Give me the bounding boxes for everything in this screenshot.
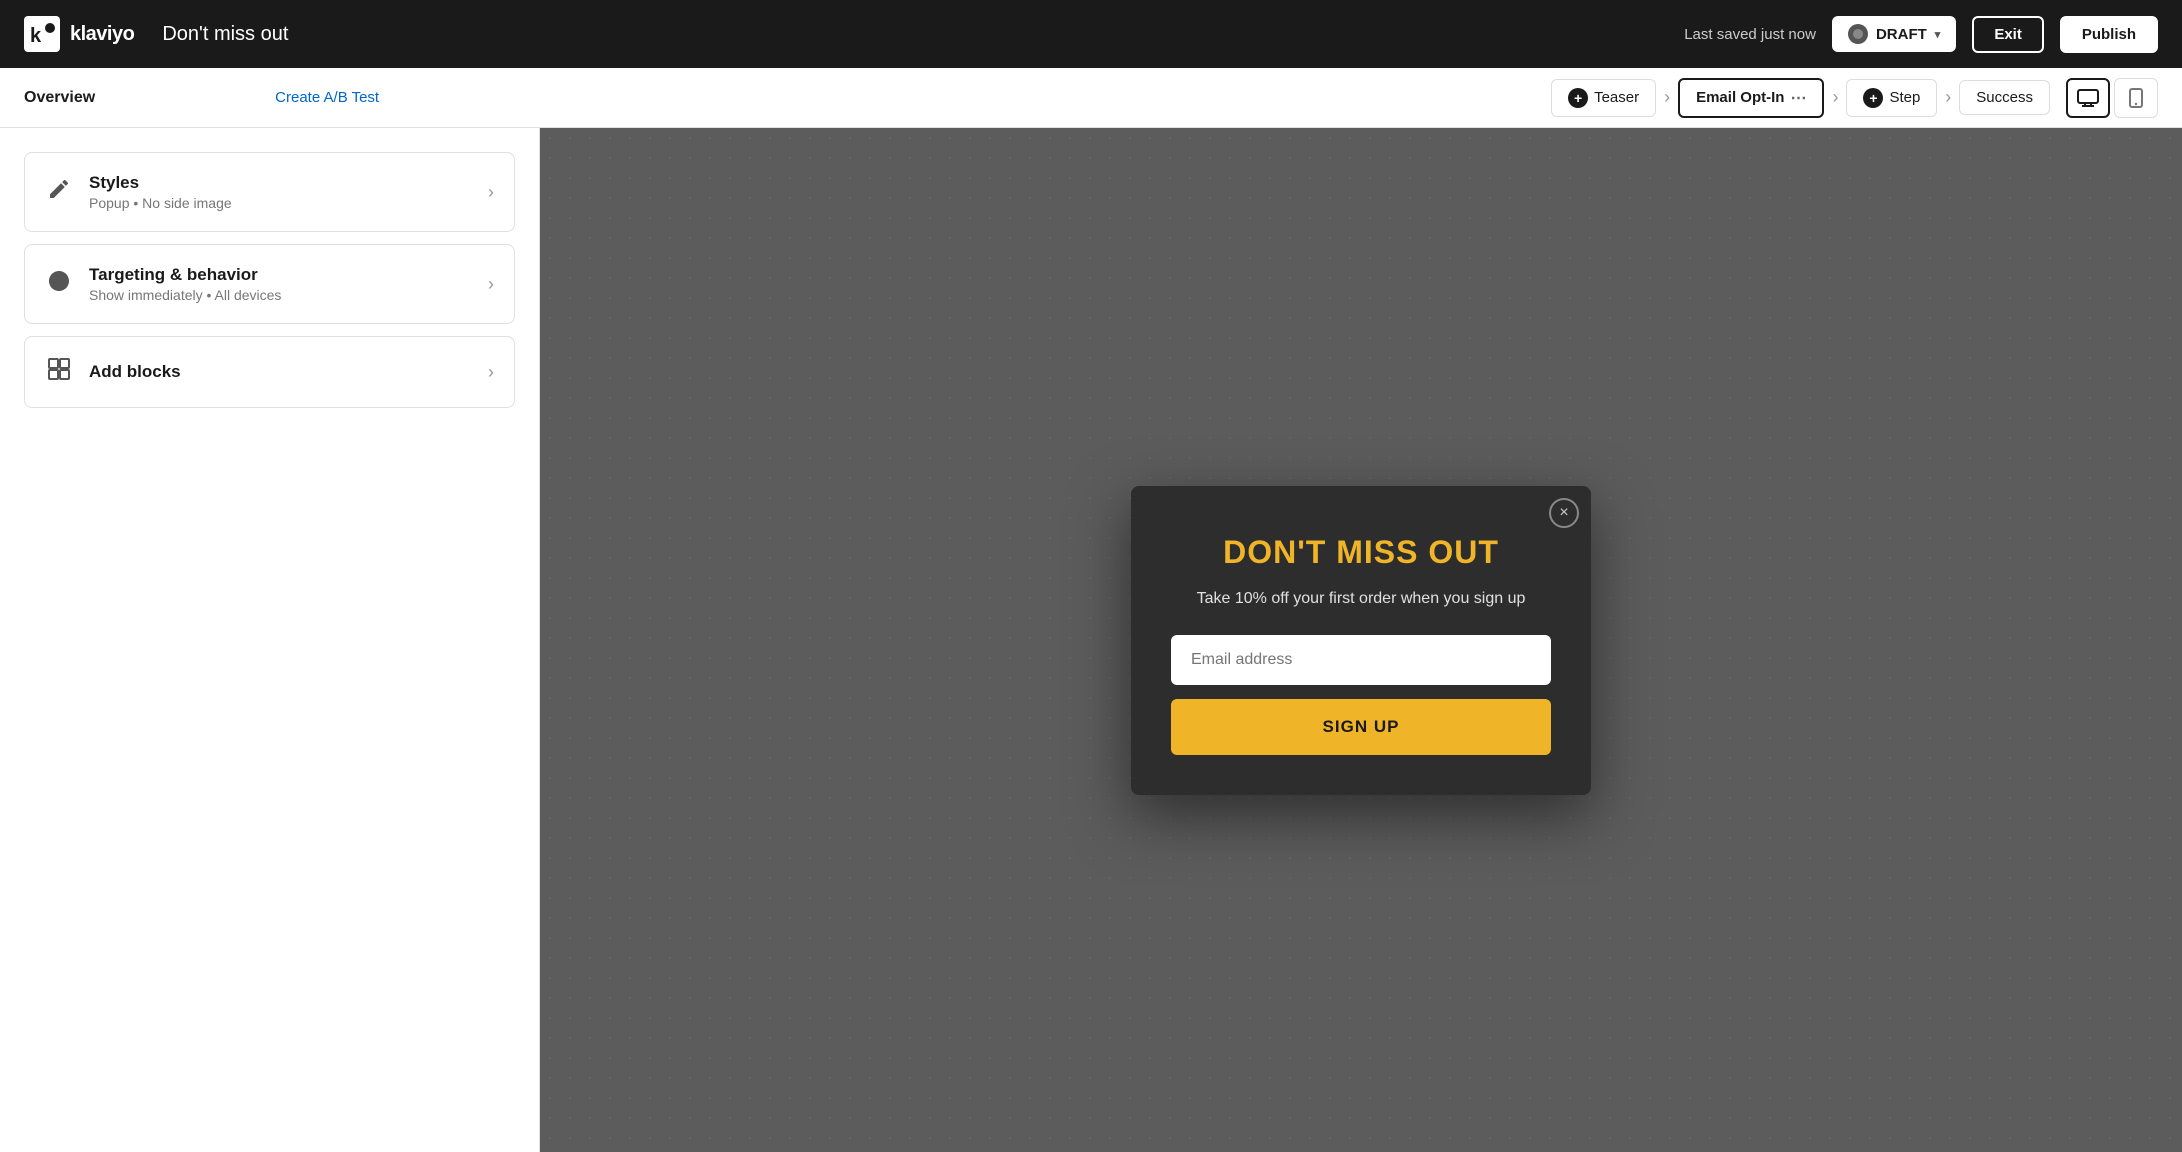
logo-wordmark: klaviyo [70,23,134,46]
chevron-right-icon-2: › [488,274,494,295]
targeting-icon [45,269,73,299]
save-status: Last saved just now [1684,26,1816,43]
step-arrow-2: › [1832,87,1838,108]
step-step[interactable]: + Step [1846,79,1937,117]
popup-close-button[interactable]: × [1549,498,1579,528]
second-bar: Overview Create A/B Test + Teaser › Emai… [0,68,2182,128]
styles-card-subtitle: Popup • No side image [89,195,472,211]
nav-title: Don't miss out [162,23,288,46]
logo: k klaviyo [24,16,134,52]
targeting-card[interactable]: Targeting & behavior Show immediately • … [24,244,515,324]
step-email-opt-in[interactable]: Email Opt-In ⋯ [1678,78,1824,118]
chevron-down-icon: ▾ [1935,28,1941,41]
popup-modal: × DON'T MISS OUT Take 10% off your first… [1131,486,1591,795]
targeting-card-title: Targeting & behavior [89,265,472,285]
targeting-card-subtitle: Show immediately • All devices [89,287,472,303]
styles-card[interactable]: Styles Popup • No side image › [24,152,515,232]
styles-card-title: Styles [89,173,472,193]
step-teaser-label: Teaser [1594,89,1639,106]
publish-button[interactable]: Publish [2060,16,2158,53]
preview-area: × DON'T MISS OUT Take 10% off your first… [540,128,2182,1152]
main-content: Styles Popup • No side image › Targeting… [0,128,2182,1152]
draft-label: DRAFT [1876,26,1927,43]
more-options-icon[interactable]: ⋯ [1790,88,1806,108]
desktop-view-button[interactable] [2066,78,2110,118]
step-arrow-1: › [1664,87,1670,108]
exit-button[interactable]: Exit [1972,16,2044,53]
draft-button[interactable]: DRAFT ▾ [1832,16,1956,52]
step-success-label: Success [1976,89,2033,106]
view-icons [2066,78,2158,118]
sign-up-button[interactable]: SIGN UP [1171,699,1551,755]
styles-icon [45,177,73,207]
draft-status-icon [1848,24,1868,44]
close-icon: × [1559,504,1568,522]
plus-icon-2: + [1863,88,1883,108]
chevron-right-icon: › [488,182,494,203]
create-ab-test-link[interactable]: Create A/B Test [275,89,379,106]
step-step-label: Step [1889,89,1920,106]
styles-card-text: Styles Popup • No side image [89,173,472,211]
email-input[interactable] [1171,635,1551,685]
popup-subtitle: Take 10% off your first order when you s… [1171,587,1551,611]
step-teaser[interactable]: + Teaser [1551,79,1656,117]
step-success[interactable]: Success [1959,80,2050,115]
step-email-opt-in-label: Email Opt-In [1696,89,1784,106]
add-blocks-card[interactable]: Add blocks › [24,336,515,408]
step-nav: + Teaser › Email Opt-In ⋯ › + Step › Suc… [1551,78,2050,118]
logo-icon: k [24,16,60,52]
popup-title: DON'T MISS OUT [1171,534,1551,571]
add-blocks-card-title: Add blocks [89,362,472,382]
chevron-right-icon-3: › [488,362,494,383]
mobile-view-button[interactable] [2114,78,2158,118]
targeting-card-text: Targeting & behavior Show immediately • … [89,265,472,303]
overview-label: Overview [24,89,95,107]
plus-icon: + [1568,88,1588,108]
add-blocks-card-text: Add blocks [89,362,472,382]
top-nav: k klaviyo Don't miss out Last saved just… [0,0,2182,68]
svg-text:k: k [30,25,42,47]
add-blocks-icon [45,357,73,387]
left-panel: Styles Popup • No side image › Targeting… [0,128,540,1152]
step-arrow-3: › [1945,87,1951,108]
